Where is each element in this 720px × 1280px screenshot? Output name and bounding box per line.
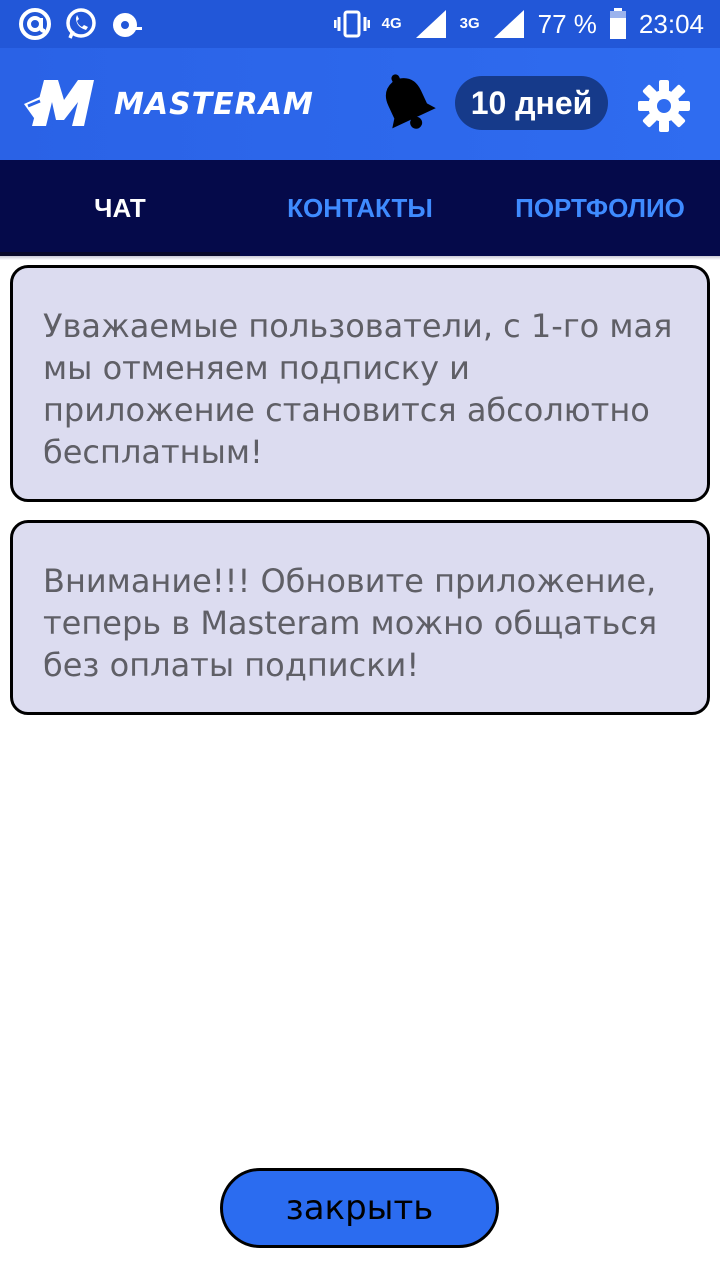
- status-bar: 4G 3G 77 % 23:04: [0, 0, 720, 48]
- chat-message: Внимание!!! Обновите приложение, теперь …: [10, 520, 710, 715]
- signal-icon-2: [492, 8, 526, 40]
- close-button[interactable]: закрыть: [220, 1168, 499, 1248]
- network-3g-label: 3G: [459, 15, 480, 32]
- clock: 23:04: [638, 8, 704, 39]
- tab-portfolio[interactable]: ПОРТФОЛИО: [480, 160, 720, 256]
- status-bar-left: [0, 7, 144, 41]
- status-bar-right: 4G 3G 77 % 23:04: [333, 8, 720, 40]
- tab-contacts[interactable]: КОНТАКТЫ: [240, 160, 480, 256]
- tab-bar: ЧАТ КОНТАКТЫ ПОРТФОЛИО: [0, 160, 720, 256]
- network-4g-label: 4G: [381, 15, 402, 32]
- gear-icon[interactable]: [638, 80, 690, 132]
- app-logo[interactable]: MASTERAM: [24, 76, 314, 133]
- brand-name: MASTERAM: [114, 86, 314, 122]
- vibrate-icon: [333, 9, 370, 39]
- bell-icon[interactable]: [376, 68, 436, 134]
- battery-percent: 77 %: [537, 8, 597, 39]
- masteram-logo-icon: [24, 76, 104, 133]
- tab-bar-shadow: [0, 256, 720, 260]
- subscription-days-badge[interactable]: 10 дней: [455, 76, 608, 130]
- battery-icon: [609, 8, 627, 40]
- whatsapp-icon: [64, 7, 98, 41]
- media-icon: [110, 7, 144, 41]
- app-header: MASTERAM 10 дней: [0, 48, 720, 160]
- at-sign-icon: [18, 7, 52, 41]
- signal-icon: [414, 8, 448, 40]
- chat-message: Уважаемые пользователи, с 1-го мая мы от…: [10, 265, 710, 502]
- tab-chat[interactable]: ЧАТ: [0, 160, 240, 256]
